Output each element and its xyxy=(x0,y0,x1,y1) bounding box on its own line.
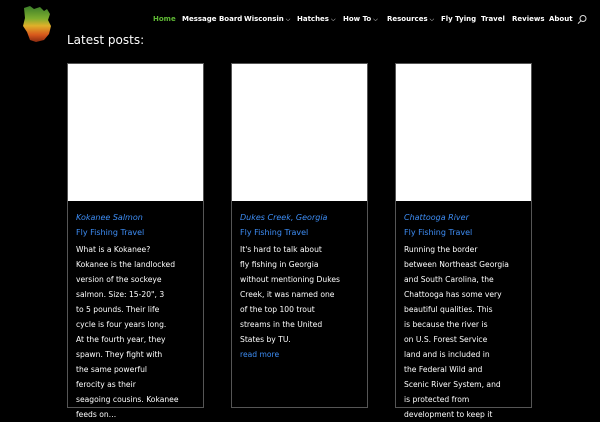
nav-item-label: Home xyxy=(153,15,176,23)
post-title-link[interactable]: Dukes Creek, Georgia xyxy=(240,212,361,223)
chevron-down-icon: ⌵ xyxy=(285,16,291,23)
nav-item-label: Hatches xyxy=(297,15,329,23)
post-body: Chattooga River Fly Fishing Travel Runni… xyxy=(404,212,525,422)
nav-item-wisconsin[interactable]: Wisconsin ⌵ xyxy=(244,15,290,24)
nav-item-how-to[interactable]: How To ⌵ xyxy=(343,15,378,24)
post-excerpt: What is a Kokanee? Kokanee is the landlo… xyxy=(76,245,179,419)
chevron-down-icon: ⌵ xyxy=(330,16,336,23)
post-body: Kokanee Salmon Fly Fishing Travel What i… xyxy=(76,212,197,422)
nav-item-reviews[interactable]: Reviews xyxy=(512,15,544,24)
nav-item-resources[interactable]: Resources ⌵ xyxy=(387,15,434,24)
post-thumbnail[interactable] xyxy=(396,64,531,201)
nav-item-label: How To xyxy=(343,15,372,23)
post-excerpt: It's hard to talk about fly fishing in G… xyxy=(240,245,340,344)
post-category-link[interactable]: Fly Fishing Travel xyxy=(240,227,361,238)
post-card: Kokanee Salmon Fly Fishing Travel What i… xyxy=(67,63,204,419)
nav-item-home[interactable]: Home xyxy=(153,15,176,24)
nav-item-label: Message Board xyxy=(182,15,243,23)
nav-item-message-board[interactable]: Message Board xyxy=(182,15,242,24)
post-category-link[interactable]: Fly Fishing Travel xyxy=(76,227,197,238)
nav-item-about[interactable]: About xyxy=(549,15,573,24)
post-card: Dukes Creek, Georgia Fly Fishing Travel … xyxy=(231,63,368,408)
nav-item-label: Wisconsin xyxy=(244,15,284,23)
post-body: Dukes Creek, Georgia Fly Fishing Travel … xyxy=(240,212,361,362)
nav-item-fly-tying[interactable]: Fly Tying xyxy=(441,15,476,24)
post-thumbnail[interactable] xyxy=(68,64,203,201)
post-thumbnail[interactable] xyxy=(232,64,367,201)
nav-item-label: Reviews xyxy=(512,15,545,23)
chevron-down-icon: ⌵ xyxy=(373,16,378,23)
post-title-link[interactable]: Chattooga River xyxy=(404,212,525,223)
nav-item-label: Fly Tying xyxy=(441,15,477,23)
section-title: Latest posts: xyxy=(67,33,145,47)
post-category-link[interactable]: Fly Fishing Travel xyxy=(404,227,525,238)
search-icon[interactable] xyxy=(576,14,588,26)
nav-item-travel[interactable]: Travel xyxy=(481,15,505,24)
main-nav: Home Message Board Wisconsin ⌵ Hatches ⌵ H… xyxy=(0,15,600,27)
read-more-link[interactable]: read more xyxy=(240,347,361,362)
nav-item-label: Travel xyxy=(481,15,505,23)
nav-item-label: Resources xyxy=(387,15,428,23)
nav-item-label: About xyxy=(549,15,573,23)
post-excerpt: Running the border between Northeast Geo… xyxy=(404,245,509,419)
post-title-link[interactable]: Kokanee Salmon xyxy=(76,212,197,223)
chevron-down-icon: ⌵ xyxy=(429,16,435,23)
nav-item-hatches[interactable]: Hatches ⌵ xyxy=(297,15,336,24)
post-card: Chattooga River Fly Fishing Travel Runni… xyxy=(395,63,532,419)
